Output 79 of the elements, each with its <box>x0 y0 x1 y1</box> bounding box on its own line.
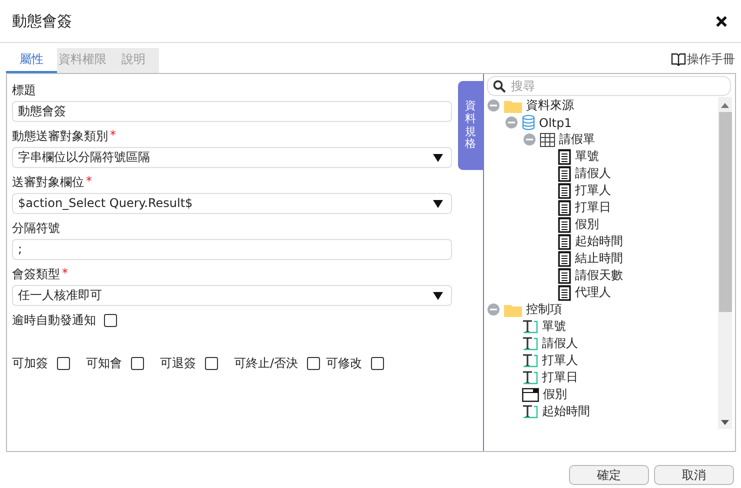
search-icon <box>493 80 506 92</box>
dialog-button[interactable]: 取消 <box>654 465 734 485</box>
checkbox[interactable] <box>131 357 144 370</box>
checkbox-label: 逾時自動發通知 <box>12 312 96 329</box>
caret-icon <box>433 292 443 300</box>
manual-link[interactable]: 操作手冊 <box>671 51 735 73</box>
column-icon <box>558 200 571 216</box>
database-icon <box>522 115 535 130</box>
text-control-icon <box>522 404 538 418</box>
book-icon <box>671 53 686 66</box>
scrollbar-thumb[interactable] <box>718 112 732 312</box>
dropdown-field[interactable]: 任一人核准即可 <box>12 285 452 306</box>
field-label: 送審對象欄位 <box>12 174 84 191</box>
column-icon <box>558 182 571 198</box>
side-tab[interactable]: 資料規格 <box>458 81 483 170</box>
scroll-up-icon[interactable] <box>721 103 729 108</box>
column-icon <box>558 284 571 300</box>
checkbox[interactable] <box>205 357 218 370</box>
column-icon <box>558 268 571 284</box>
window-title: 動態會簽 <box>12 12 72 30</box>
scroll-down-icon[interactable] <box>721 420 729 425</box>
caret-icon <box>433 154 443 162</box>
tree-item[interactable]: Oltp1 <box>539 116 572 130</box>
tree-item[interactable]: 假別 <box>575 216 599 233</box>
dropdown-field[interactable]: 字串欄位以分隔符號區隔 <box>12 147 452 168</box>
tree-item[interactable]: 請假單 <box>559 131 595 148</box>
tree-item[interactable]: 打單人 <box>575 182 611 199</box>
table-icon <box>540 132 555 146</box>
checkbox-label: 可知會 <box>86 355 122 372</box>
checkbox[interactable] <box>371 357 384 370</box>
checkbox[interactable] <box>104 314 117 327</box>
tree-item[interactable]: 假別 <box>543 386 567 403</box>
column-icon <box>558 216 571 232</box>
tree-item[interactable]: 資料來源 <box>526 97 574 114</box>
tree-item[interactable]: 起始時間 <box>575 233 623 250</box>
text-control-icon <box>522 370 538 384</box>
dropdown-field[interactable]: $action_Select Query.Result$ <box>12 193 452 214</box>
field-label: 動態送審對象類別 <box>12 128 108 145</box>
checkbox-label: 可修改 <box>326 355 362 372</box>
checkbox-label: 可終止/否決 <box>234 355 298 372</box>
folder-icon <box>504 302 522 316</box>
dialog-button[interactable]: 確定 <box>569 465 649 485</box>
text-control-icon <box>522 354 538 368</box>
checkbox[interactable] <box>57 357 70 370</box>
tree-item[interactable]: 打單日 <box>575 199 611 216</box>
required-mark: * <box>62 266 68 282</box>
checkbox-label: 可加簽 <box>12 355 48 372</box>
field-label: 會簽類型 <box>12 266 60 283</box>
tree-item[interactable]: 請假天數 <box>575 267 623 284</box>
close-icon[interactable] <box>716 16 727 26</box>
column-icon <box>558 148 571 164</box>
column-icon <box>558 250 571 266</box>
tree-item[interactable]: 打單人 <box>542 352 578 369</box>
tree-item[interactable]: 打單日 <box>542 369 578 386</box>
text-field[interactable]: 動態會簽 <box>12 101 452 122</box>
tree-item[interactable]: 單號 <box>575 148 599 165</box>
tree-item[interactable]: 控制項 <box>526 301 562 318</box>
tree-item[interactable]: 代理人 <box>575 284 611 301</box>
tree-item[interactable]: 結止時間 <box>575 250 623 267</box>
text-control-icon <box>522 320 538 334</box>
text-control-icon <box>522 336 538 350</box>
field-label: 標題 <box>12 82 36 99</box>
tab[interactable]: 屬性 <box>6 48 57 73</box>
checkbox-label: 可退簽 <box>160 355 196 372</box>
tree-item[interactable]: 請假人 <box>542 335 578 352</box>
tree-item[interactable]: 請假人 <box>575 165 611 182</box>
required-mark: * <box>86 174 92 190</box>
column-icon <box>558 166 571 182</box>
tree-item[interactable]: 單號 <box>542 318 566 335</box>
required-mark: * <box>110 128 116 144</box>
text-field[interactable]: ; <box>12 239 452 260</box>
folder-icon <box>504 98 522 112</box>
scrollbar[interactable] <box>718 97 732 429</box>
caret-icon <box>433 200 443 208</box>
column-icon <box>558 234 571 250</box>
checkbox[interactable] <box>307 357 320 370</box>
tree-item[interactable]: 起始時間 <box>542 403 590 420</box>
dropdown-control-icon <box>522 388 539 402</box>
field-label: 分隔符號 <box>12 220 60 237</box>
